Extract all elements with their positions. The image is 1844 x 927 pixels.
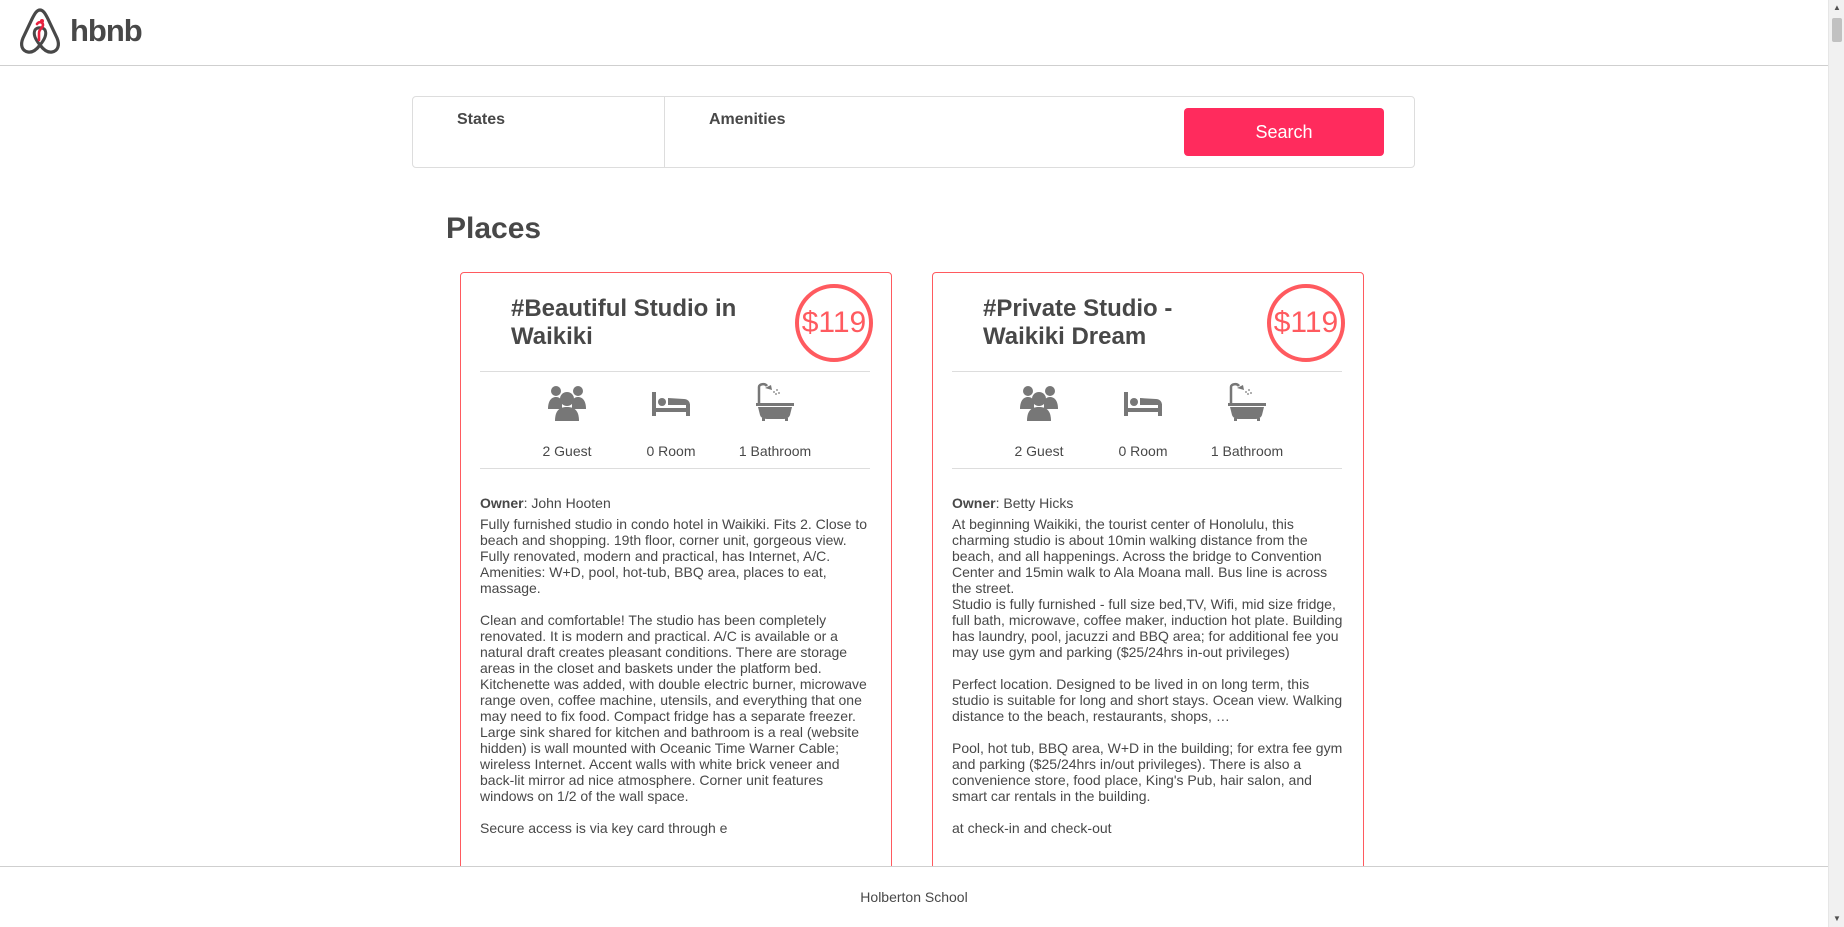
page-scrollbar[interactable]: ▲ ▼: [1828, 0, 1844, 927]
description-paragraph: Studio is fully furnished - full size be…: [952, 596, 1343, 660]
place-information: 2 Guest 0 Room 1 Bathroom: [952, 371, 1342, 469]
rooms-label: 0 Room: [646, 443, 696, 459]
place-name: #Beautiful Studio in Waikiki: [511, 295, 737, 350]
rooms-label: 0 Room: [1118, 443, 1168, 459]
owner: Owner: John Hooten: [480, 495, 611, 511]
bathrooms-label: 1 Bathroom: [738, 443, 812, 459]
guests-icon: [548, 386, 586, 421]
description-paragraph: Perfect location. Designed to be lived i…: [952, 676, 1343, 724]
amenities-filter-title[interactable]: Amenities: [709, 111, 785, 129]
hbnb-logo-icon: [20, 8, 60, 54]
place-card: #Private Studio - Waikiki Dream $119 2 G…: [932, 272, 1364, 872]
states-filter-title[interactable]: States: [457, 111, 505, 129]
description-paragraph: At beginning Waikiki, the tourist center…: [952, 516, 1328, 596]
number-bathrooms: 1 Bathroom: [1197, 372, 1297, 468]
logo-text: hbnb: [70, 13, 143, 48]
number-rooms: 0 Room: [621, 372, 721, 468]
description-paragraph: at check-in and check-out: [952, 820, 1112, 836]
description-paragraph: Secure access is via key card through e: [480, 820, 728, 836]
guests-icon: [1020, 386, 1058, 421]
price-by-night: $119: [795, 284, 873, 362]
place-name: #Private Studio - Waikiki Dream: [983, 295, 1173, 350]
bed-icon: [652, 392, 690, 416]
owner-label: Owner: [480, 495, 524, 511]
scroll-up-icon[interactable]: ▲: [1829, 0, 1844, 16]
owner-name: : Betty Hicks: [995, 495, 1074, 511]
owner-name: : John Hooten: [523, 495, 611, 511]
number-rooms: 0 Room: [1093, 372, 1193, 468]
owner-label: Owner: [952, 495, 996, 511]
filter-states[interactable]: States: [413, 97, 665, 167]
page-footer: Holberton School: [0, 866, 1828, 927]
search-button[interactable]: Search: [1184, 108, 1384, 156]
max-guest: 2 Guest: [517, 372, 617, 468]
place-card: #Beautiful Studio in Waikiki $119 2 Gues…: [460, 272, 892, 872]
logo[interactable]: hbnb: [18, 6, 143, 56]
place-description: Fully furnished studio in condo hotel in…: [480, 516, 875, 852]
bathtub-icon: [1228, 382, 1266, 421]
max-guest: 2 Guest: [989, 372, 1089, 468]
scrollbar-thumb[interactable]: [1832, 18, 1842, 42]
description-paragraph: Fully furnished studio in condo hotel in…: [480, 516, 867, 596]
scroll-down-icon[interactable]: ▼: [1829, 911, 1844, 927]
place-information: 2 Guest 0 Room 1 Bathroom: [480, 371, 870, 469]
bed-icon: [1124, 392, 1162, 416]
bathrooms-label: 1 Bathroom: [1210, 443, 1284, 459]
filters-bar: States Amenities Search: [412, 96, 1415, 168]
page-header: hbnb: [0, 0, 1828, 66]
owner: Owner: Betty Hicks: [952, 495, 1073, 511]
description-paragraph: Clean and comfortable! The studio has be…: [480, 612, 867, 804]
description-paragraph: Pool, hot tub, BBQ area, W+D in the buil…: [952, 740, 1343, 804]
guests-label: 2 Guest: [542, 443, 592, 459]
price-by-night: $119: [1267, 284, 1345, 362]
number-bathrooms: 1 Bathroom: [725, 372, 825, 468]
footer-text: Holberton School: [860, 889, 968, 905]
bathtub-icon: [756, 382, 794, 421]
guests-label: 2 Guest: [1014, 443, 1064, 459]
places-title: Places: [446, 212, 542, 245]
place-description: At beginning Waikiki, the tourist center…: [952, 516, 1347, 852]
